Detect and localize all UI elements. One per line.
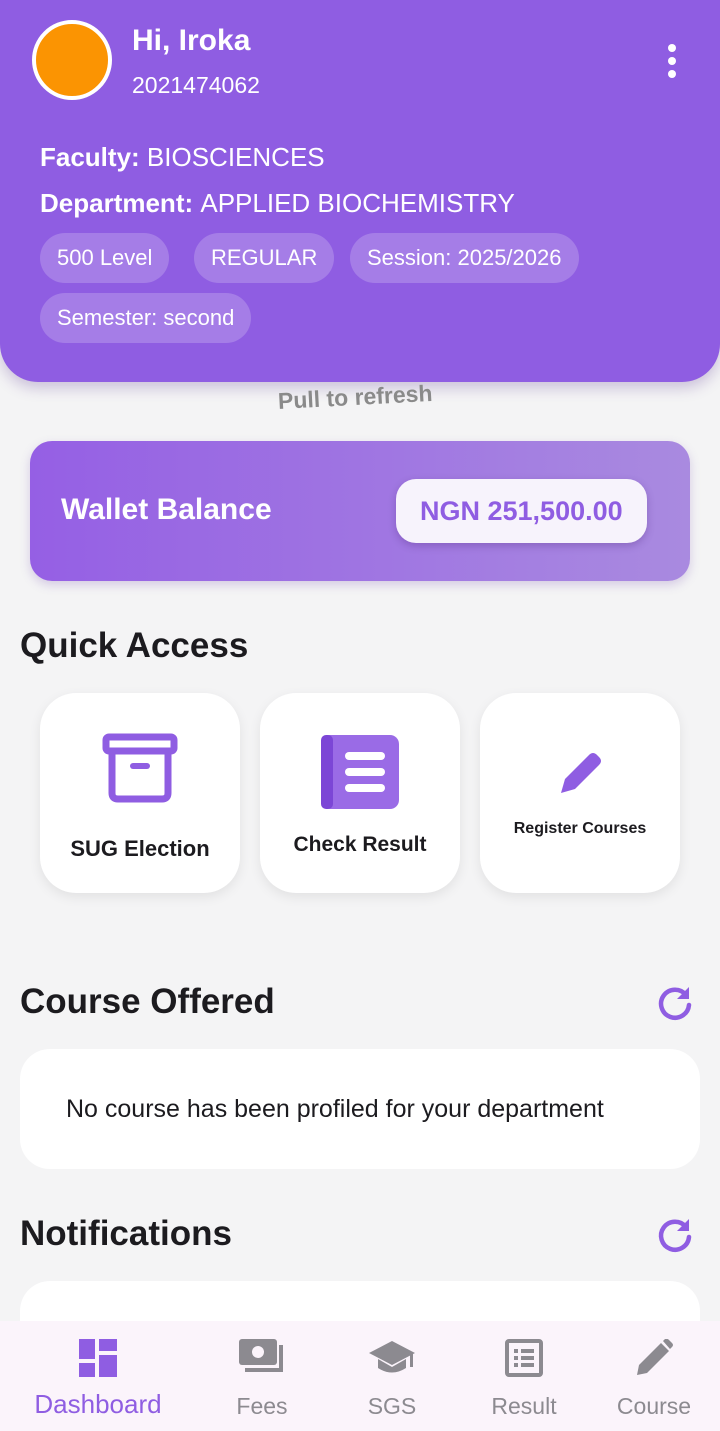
wallet-balance-amount: NGN 251,500.00	[396, 479, 647, 543]
qa-label-sug-election: SUG Election	[70, 836, 210, 861]
nav-item-dashboard[interactable]: Dashboard	[26, 1321, 170, 1431]
nav-label-dashboard: Dashboard	[34, 1389, 162, 1419]
refresh-icon[interactable]	[655, 983, 695, 1023]
sug-election-card[interactable]: SUG Election	[40, 693, 240, 893]
nav-label-course: Course	[616, 1393, 692, 1419]
nav-item-fees[interactable]: Fees	[190, 1321, 334, 1431]
department-value: APPLIED BIOCHEMISTRY	[200, 188, 515, 218]
check-result-card[interactable]: Check Result	[260, 693, 460, 893]
department-row: Department: APPLIED BIOCHEMISTRY	[40, 188, 515, 219]
pull-to-refresh-hint: Pull to refresh	[277, 379, 434, 414]
nav-item-result[interactable]: Result	[452, 1321, 596, 1431]
payments-icon	[239, 1339, 283, 1372]
faculty-value: BIOSCIENCES	[146, 142, 325, 172]
wallet-label: Wallet Balance	[61, 493, 272, 526]
list-book-icon	[321, 735, 399, 809]
session-chip: Session: 2025/2026	[350, 233, 579, 283]
course-empty-message: No course has been profiled for your dep…	[66, 1095, 604, 1123]
greeting-text: Hi, Iroka	[132, 24, 251, 57]
nav-label-fees: Fees	[236, 1393, 288, 1419]
register-courses-card[interactable]: Register Courses	[480, 693, 680, 893]
study-mode-chip: REGULAR	[194, 233, 335, 283]
wallet-card[interactable]: Wallet Balance NGN 251,500.00	[30, 441, 690, 581]
course-offered-title: Course Offered	[20, 982, 275, 1021]
bottom-navigation: Dashboard Fees SGS Result Course	[0, 1321, 720, 1431]
department-label: Department:	[40, 188, 194, 218]
list-alt-icon	[505, 1339, 543, 1377]
avatar[interactable]	[32, 20, 112, 100]
qa-label-register-courses: Register Courses	[513, 820, 647, 837]
semester-chip: Semester: second	[40, 293, 252, 343]
quick-access-title: Quick Access	[20, 626, 249, 665]
nav-item-course[interactable]: Course	[582, 1321, 720, 1431]
refresh-icon[interactable]	[655, 1215, 695, 1255]
notifications-title: Notifications	[20, 1214, 232, 1253]
archive-box-icon	[102, 733, 178, 803]
nav-item-sgs[interactable]: SGS	[320, 1321, 464, 1431]
nav-label-sgs: SGS	[367, 1393, 417, 1419]
nav-label-result: Result	[491, 1393, 557, 1419]
faculty-row: Faculty: BIOSCIENCES	[40, 142, 325, 173]
dashboard-icon	[79, 1339, 117, 1377]
edit-icon	[637, 1339, 673, 1375]
registration-number: 2021474062	[132, 72, 260, 98]
more-vert-icon[interactable]	[656, 38, 688, 84]
school-icon	[369, 1341, 415, 1373]
faculty-label: Faculty:	[40, 142, 140, 172]
level-chip: 500 Level	[40, 233, 170, 283]
pencil-icon	[561, 753, 601, 793]
course-empty-card: No course has been profiled for your dep…	[20, 1049, 700, 1169]
qa-label-check-result: Check Result	[293, 833, 427, 856]
profile-header: Hi, Iroka 2021474062 Faculty: BIOSCIENCE…	[0, 0, 720, 382]
